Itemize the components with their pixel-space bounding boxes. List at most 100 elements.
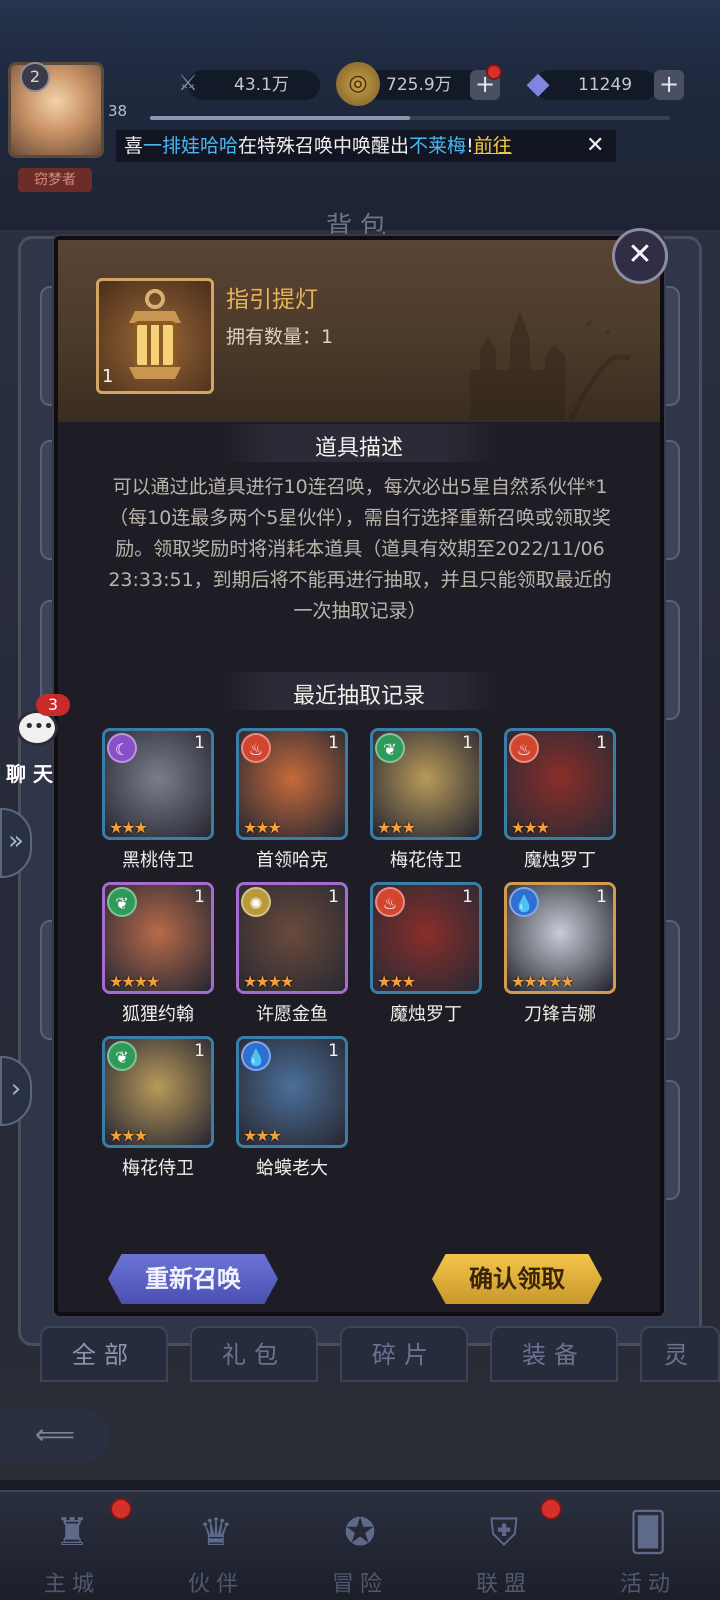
hero-count: 1: [462, 887, 473, 907]
hero-card[interactable]: ✺ 1 ★★★★: [236, 882, 348, 994]
star-rating: ★★★★★: [511, 972, 575, 991]
hero-count: 1: [328, 733, 339, 753]
nav-adventure[interactable]: ✪ 冒险: [288, 1490, 432, 1600]
nav-label: 冒险: [331, 1572, 388, 1597]
compass-icon: ✪: [344, 1510, 376, 1554]
xp-bar: [150, 116, 670, 120]
star-rating: ★★★: [109, 818, 148, 837]
records-title: 最近抽取记录: [292, 684, 425, 709]
hero-card[interactable]: ❦ 1 ★★★: [102, 1036, 214, 1148]
hero-count: 1: [194, 733, 205, 753]
confirm-claim-button[interactable]: 确认领取: [432, 1254, 602, 1304]
star-rating: ★★★: [243, 818, 282, 837]
nature-icon: ❦: [107, 1041, 137, 1071]
close-icon: ✕: [627, 237, 653, 272]
chat-dots-icon: •••: [24, 716, 54, 737]
nature-icon: ❦: [375, 733, 405, 763]
fire-icon: ♨: [509, 733, 539, 763]
lantern-item-frame: [96, 278, 214, 394]
hat-icon: ♛: [198, 1510, 234, 1554]
hero-name: 魔烛罗丁: [390, 1004, 462, 1025]
hero-card[interactable]: ❦ 1 ★★★: [370, 728, 482, 840]
notification-dot: [486, 64, 502, 80]
nav-label: 主城: [43, 1572, 100, 1597]
avatar-level-badge: 2: [20, 62, 50, 92]
water-icon: 💧: [241, 1041, 271, 1071]
hero-card[interactable]: ☾ 1 ★★★: [102, 728, 214, 840]
back-button[interactable]: ⟸: [0, 1408, 110, 1464]
power-value: 43.1万: [234, 75, 289, 95]
nav-events[interactable]: 🂠 活动: [576, 1490, 720, 1600]
hero-count: 1: [328, 1041, 339, 1061]
nav-label: 活动: [619, 1572, 676, 1597]
nature-icon: ❦: [107, 887, 137, 917]
tab-all[interactable]: 全部: [40, 1326, 168, 1382]
chevron-right-icon: ›: [10, 1074, 22, 1104]
notification-dot: [110, 1498, 132, 1520]
resummon-button[interactable]: 重新召唤: [108, 1254, 278, 1304]
hero-count: 1: [328, 887, 339, 907]
hero-count: 1: [596, 733, 607, 753]
star-rating: ★★★: [377, 972, 416, 991]
item-description: 可以通过此道具进行10连召唤，每次必出5星自然系伙伴*1（每10连最多两个5星伙…: [108, 476, 612, 622]
hero-card[interactable]: ♨ 1 ★★★: [236, 728, 348, 840]
marquee-hero: 不莱梅: [409, 135, 467, 157]
tab-fragments[interactable]: 碎片: [340, 1326, 468, 1382]
gold-value: 725.9万: [386, 75, 452, 95]
item-name: 指引提灯: [226, 287, 318, 313]
hero-count: 1: [596, 887, 607, 907]
gold-coin-icon: ◎: [336, 62, 380, 106]
tab-soul[interactable]: 灵: [640, 1326, 720, 1382]
sword-icon: ⚔: [178, 71, 198, 96]
moon-icon: ☾: [107, 733, 137, 763]
nav-partners[interactable]: ♛ 伙伴: [144, 1490, 288, 1600]
hero-name: 刀锋吉娜: [524, 1004, 596, 1025]
item-detail-dialog: 1 指引提灯 拥有数量：1 道具描述 可以通过此道具进行10连召唤，每次必出5星…: [54, 236, 664, 1316]
lantern-icon: [129, 289, 181, 379]
shield-icon: ⛨: [489, 1510, 519, 1554]
diamond-icon: ◆: [526, 66, 550, 101]
xp-fill: [150, 116, 410, 120]
tab-gift[interactable]: 礼包: [190, 1326, 318, 1382]
hero-card[interactable]: ❦ 1 ★★★★: [102, 882, 214, 994]
marquee-bang: !: [466, 135, 474, 157]
player-level: 38: [108, 102, 128, 120]
avatar-title-badge: 窃梦者: [18, 168, 92, 192]
notification-dot: [540, 1498, 562, 1520]
castle-icon: ♜: [54, 1510, 90, 1554]
nav-label: 伙伴: [187, 1572, 244, 1597]
hero-name: 黑桃侍卫: [122, 850, 194, 871]
fire-icon: ♨: [241, 733, 271, 763]
hero-name: 狐狸约翰: [122, 1004, 194, 1025]
announcement-marquee: 喜一排娃哈哈在特殊召唤中唤醒出不莱梅!前往: [116, 130, 616, 162]
hero-name: 首领哈克: [256, 850, 328, 871]
hero-card[interactable]: ♨ 1 ★★★: [504, 728, 616, 840]
hero-count: 1: [194, 1041, 205, 1061]
marquee-player: 一排娃哈哈: [143, 135, 239, 157]
dialog-header: 1 指引提灯 拥有数量：1: [58, 240, 660, 422]
double-chevron-icon: »: [8, 826, 24, 856]
marquee-goto-link[interactable]: 前往: [474, 135, 512, 157]
castle-silhouette: [470, 310, 631, 420]
item-count: 1: [102, 366, 114, 387]
star-rating: ★★★★: [243, 972, 294, 991]
star-rating: ★★★: [109, 1126, 148, 1145]
marquee-close-icon[interactable]: ✕: [586, 134, 604, 158]
hero-card[interactable]: 💧 1 ★★★: [236, 1036, 348, 1148]
fire-icon: ♨: [375, 887, 405, 917]
gems-value: 11249: [578, 75, 633, 95]
chat-button[interactable]: ••• 3: [6, 694, 70, 762]
close-dialog-button[interactable]: ✕: [612, 228, 668, 284]
hero-card[interactable]: ♨ 1 ★★★: [370, 882, 482, 994]
owned-quantity: 拥有数量：1: [226, 326, 334, 348]
chat-label: 聊 天: [6, 762, 53, 786]
description-title: 道具描述: [314, 436, 403, 461]
hero-card[interactable]: 💧 1 ★★★★★: [504, 882, 616, 994]
add-gems-button[interactable]: +: [654, 70, 684, 100]
tab-equipment[interactable]: 装备: [490, 1326, 618, 1382]
marquee-text: 在特殊召唤中唤醒出: [238, 135, 410, 157]
back-arrow-icon: ⟸: [34, 1418, 76, 1451]
star-rating: ★★★★: [109, 972, 160, 991]
cards-icon: 🂠: [628, 1510, 668, 1554]
hero-name: 许愿金鱼: [256, 1004, 328, 1025]
